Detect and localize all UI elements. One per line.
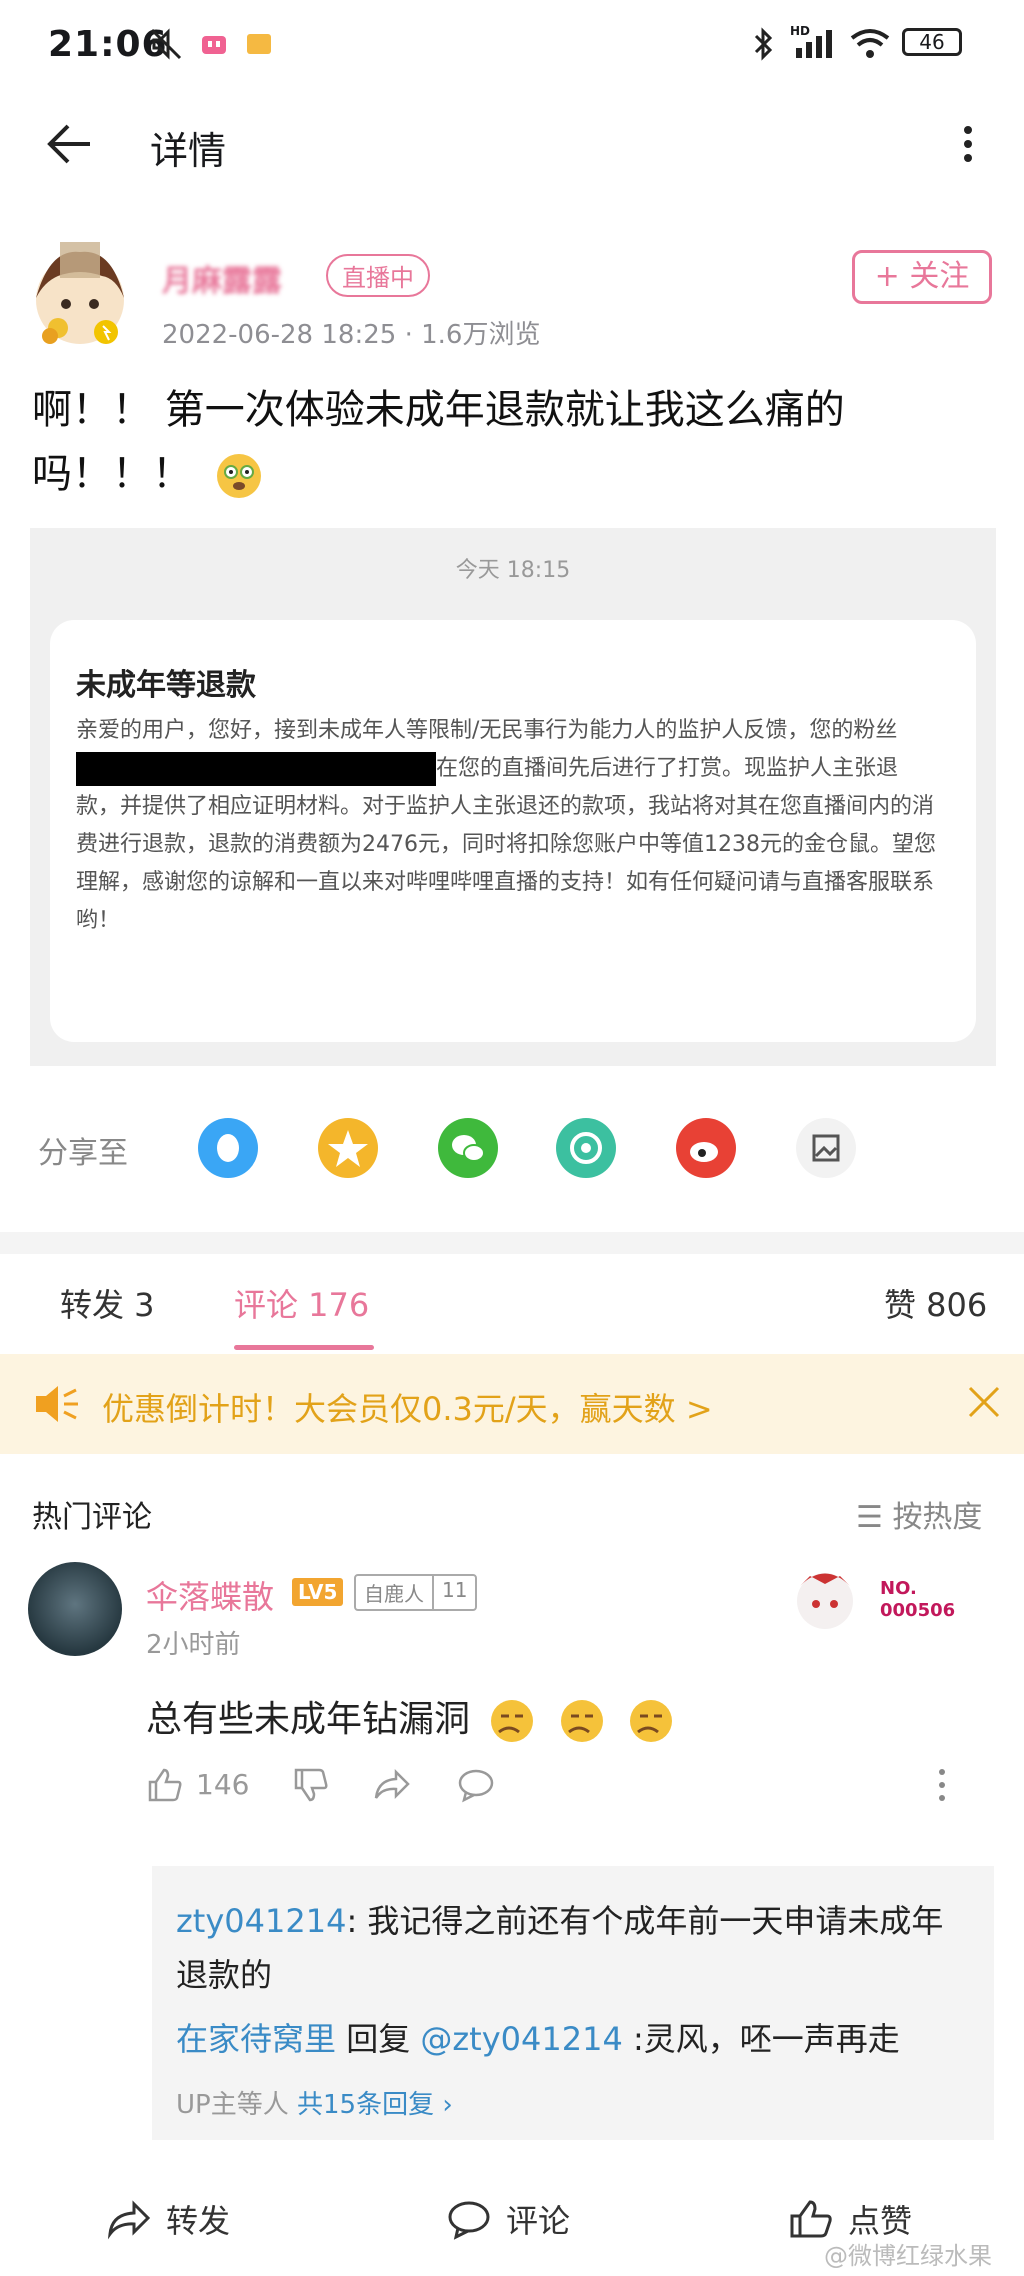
tab-likes[interactable]: 赞 806	[884, 1280, 987, 1326]
more-replies-prefix: UP主等人	[176, 2090, 297, 2120]
comment-icon	[448, 2201, 490, 2240]
post-date: 2022-06-28 18:25	[162, 320, 397, 350]
more-menu-icon[interactable]	[958, 122, 978, 166]
battery-indicator: 46	[902, 28, 962, 56]
qzone-share-icon[interactable]	[318, 1118, 378, 1178]
active-tab-indicator	[234, 1345, 374, 1350]
bluetooth-icon	[754, 27, 773, 61]
repost-label: 转发	[166, 2202, 231, 2240]
top-header: 详情	[0, 100, 1024, 190]
decoration-number: NO. 000506	[880, 1578, 956, 1621]
moments-share-icon[interactable]	[556, 1118, 616, 1178]
more-replies-link[interactable]: 共15条回复 ›	[297, 2090, 453, 2120]
redacted-username	[76, 752, 436, 786]
fan-medal[interactable]: 自鹿人 11	[354, 1574, 478, 1611]
comment-decoration-card: NO. 000506	[780, 1556, 980, 1646]
message-notification-icon	[247, 34, 271, 54]
refund-notice-card: 未成年等退款 亲爱的用户，您好，接到未成年人等限制/无民事行为能力人的监护人反馈…	[50, 620, 976, 1042]
thumbs-down-icon[interactable]	[292, 1766, 330, 1804]
view-count: 1.6万浏览	[421, 320, 541, 350]
reply-bubble-icon[interactable]	[456, 1766, 496, 1804]
poster-share-icon[interactable]	[796, 1118, 856, 1178]
reply-1-user[interactable]: zty041214	[176, 1902, 346, 1940]
meta-separator: ·	[404, 320, 413, 350]
follow-button[interactable]: + 关注	[852, 250, 992, 304]
speaker-icon	[36, 1386, 78, 1422]
promo-banner[interactable]: 优惠倒计时！大会员仅0.3元/天，赢天数 >	[0, 1354, 1024, 1454]
author-avatar[interactable]	[30, 238, 130, 348]
tab-comments[interactable]: 评论 176	[234, 1280, 369, 1326]
live-badge[interactable]: 直播中	[326, 254, 430, 297]
reply-2-connector: 回复	[336, 2020, 421, 2058]
app-notification-icon	[202, 36, 226, 54]
sort-label: 按热度	[892, 1500, 983, 1535]
commenter-avatar[interactable]	[28, 1562, 122, 1656]
hot-comments-title: 热门评论	[32, 1500, 152, 1535]
more-replies[interactable]: UP主等人 共15条回复 ›	[176, 2084, 453, 2121]
sort-toggle[interactable]: ☰ 按热度	[856, 1492, 982, 1536]
fan-medal-level: 11	[432, 1576, 475, 1609]
share-arrow-icon[interactable]	[372, 1766, 412, 1804]
comment-text: 总有些未成年钻漏洞	[146, 1690, 674, 1744]
attached-screenshot[interactable]: 今天 18:15 未成年等退款 亲爱的用户，您好，接到未成年人等限制/无民事行为…	[30, 528, 996, 1066]
comment-more-icon[interactable]	[936, 1766, 948, 1804]
reply-2: 在家待窝里 回复 @zty041214 :灵风，呸一声再走	[176, 2014, 900, 2060]
level-badge: LV5	[292, 1578, 344, 1606]
notice-body-part1: 亲爱的用户，您好，接到未成年人等限制/无民事行为能力人的监护人反馈，您的粉丝	[76, 718, 898, 743]
share-label: 分享至	[38, 1136, 128, 1171]
thinking-emoji-icon	[560, 1700, 603, 1742]
back-arrow-icon[interactable]	[44, 122, 94, 166]
screenshot-time: 今天 18:15	[455, 558, 571, 583]
watermark: @微博红绿水果	[824, 2242, 992, 2270]
comment-time: 2小时前	[146, 1630, 241, 1660]
author-name[interactable]: 月麻露露	[162, 256, 282, 300]
comment-like-count: 146	[196, 1768, 250, 1801]
thinking-emoji-icon	[630, 1700, 673, 1742]
wechat-share-icon[interactable]	[438, 1118, 498, 1178]
status-bar: 21:06 HD 46	[0, 0, 1024, 90]
qq-share-icon[interactable]	[198, 1118, 258, 1178]
like-icon	[790, 2200, 832, 2238]
reply-2-text: :灵风，呸一声再走	[622, 2020, 900, 2058]
tab-repost[interactable]: 转发 3	[60, 1280, 155, 1326]
shocked-emoji-icon	[216, 454, 261, 498]
post-text: 啊！！ 第一次体验未成年退款就让我这么痛的吗！！！	[32, 378, 972, 506]
page-title: 详情	[150, 129, 227, 173]
reply-preview[interactable]: zty041214: 我记得之前还有个成年前一天申请未成年退款的 在家待窝里 回…	[152, 1866, 994, 2140]
fan-medal-label: 自鹿人	[364, 1582, 424, 1606]
comment-label: 评论	[506, 2202, 571, 2240]
notice-body: 亲爱的用户，您好，接到未成年人等限制/无民事行为能力人的监护人反馈，您的粉丝在您…	[76, 712, 936, 940]
close-icon[interactable]	[966, 1384, 1002, 1420]
comment-text-content: 总有些未成年钻漏洞	[146, 1699, 471, 1740]
repost-button[interactable]: 转发	[106, 2196, 230, 2242]
notice-title: 未成年等退款	[76, 668, 256, 703]
commenter-name[interactable]: 伞落蝶散	[146, 1572, 274, 1618]
decoration-character-icon	[797, 1573, 853, 1629]
reply-2-mention[interactable]: @zty041214	[420, 2020, 622, 2058]
mute-icon	[150, 28, 182, 60]
repost-icon	[107, 2200, 151, 2240]
reply-1: zty041214: 我记得之前还有个成年前一天申请未成年退款的	[176, 1894, 966, 2002]
post-text-content: 啊！！ 第一次体验未成年退款就让我这么痛的吗！！！	[32, 387, 845, 497]
thumbs-up-icon[interactable]	[146, 1766, 184, 1804]
comment-button[interactable]: 评论	[446, 2196, 570, 2242]
section-divider	[0, 1232, 1024, 1254]
post-meta: 2022-06-28 18:25 · 1.6万浏览	[162, 314, 540, 351]
promo-text[interactable]: 优惠倒计时！大会员仅0.3元/天，赢天数 >	[102, 1384, 713, 1430]
sort-lines-icon: ☰	[856, 1500, 893, 1535]
thinking-emoji-icon	[491, 1700, 534, 1742]
wifi-icon	[850, 29, 890, 58]
weibo-share-icon[interactable]	[676, 1118, 736, 1178]
reply-2-user[interactable]: 在家待窝里	[176, 2020, 336, 2058]
signal-icon	[796, 30, 832, 58]
